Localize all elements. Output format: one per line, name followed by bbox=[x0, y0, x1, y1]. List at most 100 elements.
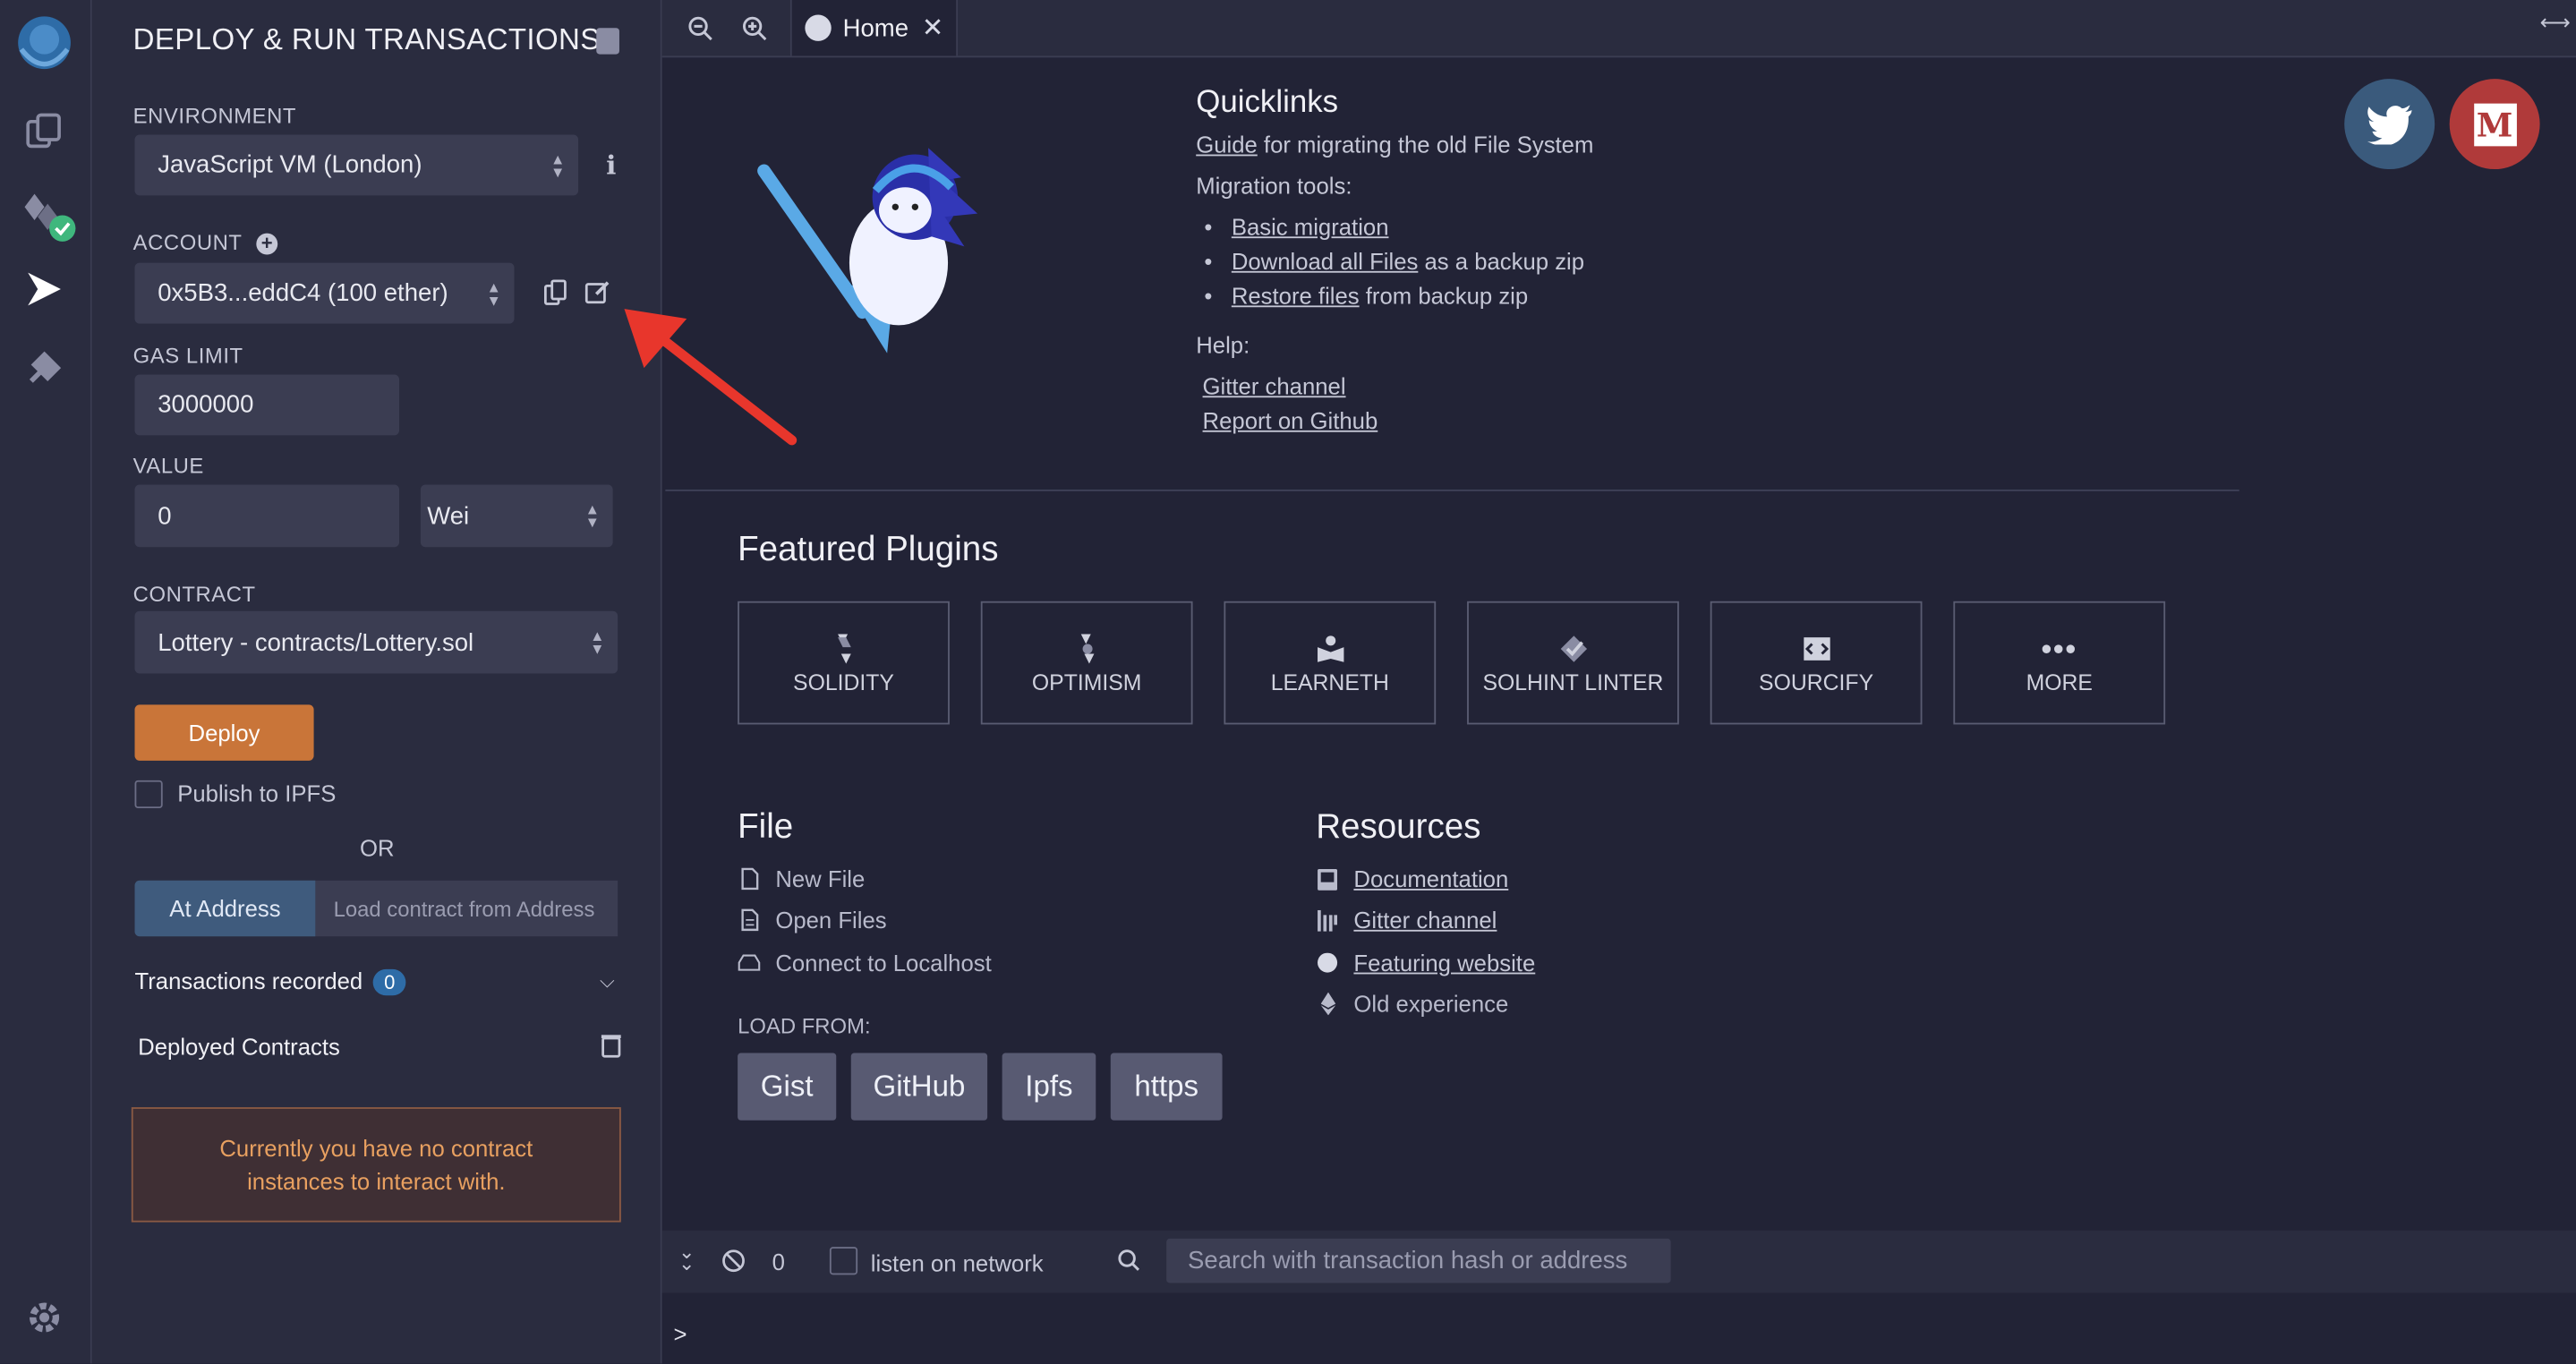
environment-info-icon[interactable]: i bbox=[606, 149, 616, 181]
load-address-input[interactable]: Load contract from Address bbox=[315, 880, 618, 937]
load-gist-button[interactable]: Gist bbox=[738, 1053, 837, 1121]
collapse-terminal-icon[interactable]: ⌄ ⌄ bbox=[678, 1242, 695, 1274]
tab-home[interactable]: Home ✕ bbox=[789, 0, 959, 56]
plugin-label: LEARNETH bbox=[1270, 669, 1389, 695]
medium-icon: M bbox=[2473, 102, 2517, 146]
terminal-search-icon bbox=[1117, 1249, 1140, 1280]
file-icon bbox=[738, 867, 761, 891]
guide-link[interactable]: Guide bbox=[1196, 132, 1258, 158]
plugin-label: OPTIMISM bbox=[1031, 669, 1142, 695]
transactions-recorded[interactable]: Transactions recorded 0 bbox=[134, 968, 407, 996]
basic-migration-link[interactable]: Basic migration bbox=[1232, 214, 1389, 240]
plugin-optimism[interactable]: OPTIMISM bbox=[980, 601, 1193, 725]
documentation-link: Documentation bbox=[1353, 865, 1509, 892]
panel-title: DEPLOY & RUN TRANSACTIONS bbox=[132, 22, 601, 56]
plugin-label: SOURCIFY bbox=[1759, 669, 1874, 695]
terminal-search-input[interactable]: Search with transaction hash or address bbox=[1166, 1238, 1671, 1283]
value-input[interactable]: 0 bbox=[134, 484, 400, 548]
listen-network-checkbox[interactable] bbox=[829, 1247, 858, 1275]
gitter-channel-link[interactable]: Gitter channel bbox=[1203, 373, 1346, 399]
red-annotation-arrow bbox=[624, 309, 798, 446]
remix-logo-icon[interactable] bbox=[6, 6, 81, 81]
plugin-label: MORE bbox=[2026, 669, 2093, 695]
migration-tools-label: Migration tools: bbox=[1196, 172, 1352, 200]
plugin-solhint-linter[interactable]: SOLHINT LINTER bbox=[1467, 601, 1679, 725]
solidity-compiler-icon[interactable] bbox=[21, 187, 76, 242]
featuring-website-item[interactable]: Featuring website bbox=[1316, 950, 1535, 976]
zoom-in-icon[interactable] bbox=[741, 15, 767, 50]
select-arrows-icon: ▲ ▼ bbox=[590, 627, 605, 658]
resources-title: Resources bbox=[1316, 808, 1481, 847]
deploy-run-icon[interactable] bbox=[21, 266, 67, 311]
old-experience-item[interactable]: Old experience bbox=[1316, 991, 1508, 1017]
gas-limit-label: GAS LIMIT bbox=[132, 343, 243, 369]
docs-book-icon[interactable] bbox=[596, 28, 619, 55]
file-explorer-icon[interactable] bbox=[21, 108, 67, 154]
load-ipfs-button[interactable]: Ipfs bbox=[1002, 1053, 1096, 1121]
account-select[interactable]: 0x5B3...eddC4 (100 ether) ▲ ▼ bbox=[134, 262, 515, 324]
quicklinks-title: Quicklinks bbox=[1196, 85, 1339, 120]
listen-network-label: listen on network bbox=[870, 1249, 1044, 1277]
select-arrows-icon: ▲ ▼ bbox=[486, 278, 501, 309]
deploy-button[interactable]: Deploy bbox=[134, 704, 314, 761]
contract-select[interactable]: Lottery - contracts/Lottery.sol ▲ ▼ bbox=[134, 610, 618, 674]
trash-icon[interactable] bbox=[601, 1034, 621, 1067]
twitter-button[interactable] bbox=[2344, 79, 2435, 170]
at-address-button[interactable]: At Address bbox=[134, 880, 316, 937]
download-all-link[interactable]: Download all Files bbox=[1232, 248, 1419, 274]
account-label: ACCOUNT + bbox=[133, 230, 278, 255]
divider bbox=[665, 489, 2239, 491]
load-https-button[interactable]: https bbox=[1110, 1053, 1223, 1121]
connect-localhost-item[interactable]: Connect to Localhost bbox=[738, 950, 992, 976]
featured-plugins-title: Featured Plugins bbox=[738, 530, 999, 569]
gitter-res-link: Gitter channel bbox=[1353, 907, 1497, 933]
gitter-res-item[interactable]: Gitter channel bbox=[1316, 907, 1497, 933]
restore-files-item: • Restore files from backup zip bbox=[1204, 282, 1529, 310]
publish-ipfs-checkbox[interactable] bbox=[134, 780, 163, 809]
new-file-item[interactable]: New File bbox=[738, 865, 866, 892]
deploy-run-panel: DEPLOY & RUN TRANSACTIONS ENVIRONMENT Ja… bbox=[91, 0, 662, 1364]
environment-select[interactable]: JavaScript VM (London) ▲ ▼ bbox=[134, 134, 579, 196]
basic-migration-item: • Basic migration bbox=[1204, 213, 1389, 240]
settings-icon[interactable] bbox=[21, 1294, 67, 1340]
terminal-output[interactable]: > bbox=[661, 1292, 2576, 1364]
plugin-more[interactable]: ••• MORE bbox=[1953, 601, 2166, 725]
plugin-manager-icon[interactable] bbox=[21, 345, 67, 390]
connect-localhost-label: Connect to Localhost bbox=[775, 949, 992, 976]
value-unit-select[interactable]: Wei ▲ ▼ bbox=[420, 484, 613, 548]
value-label: VALUE bbox=[132, 453, 204, 479]
file-text-icon bbox=[738, 908, 761, 932]
select-arrows-icon: ▲ ▼ bbox=[584, 500, 600, 531]
terminal-prompt: > bbox=[673, 1320, 687, 1348]
open-files-item[interactable]: Open Files bbox=[738, 907, 887, 933]
copy-icon[interactable] bbox=[543, 279, 567, 314]
gas-limit-input[interactable]: 3000000 bbox=[134, 374, 400, 436]
or-label: OR bbox=[359, 834, 395, 861]
new-file-label: New File bbox=[775, 865, 866, 892]
close-tab-icon[interactable]: ✕ bbox=[922, 12, 944, 45]
plugin-learneth[interactable]: LEARNETH bbox=[1224, 601, 1437, 725]
add-account-icon[interactable]: + bbox=[256, 233, 278, 255]
contract-label: CONTRACT bbox=[132, 581, 256, 607]
plugin-solidity[interactable]: SOLIDITY bbox=[738, 601, 950, 725]
medium-button[interactable]: M bbox=[2449, 79, 2540, 170]
icon-rail bbox=[0, 0, 92, 1364]
environment-value: JavaScript VM (London) bbox=[158, 150, 422, 180]
transactions-label: Transactions recorded bbox=[134, 968, 363, 994]
pending-tx-count: 0 bbox=[772, 1248, 785, 1275]
plugin-label: SOLIDITY bbox=[793, 669, 894, 695]
documentation-item[interactable]: Documentation bbox=[1316, 865, 1509, 892]
clear-terminal-icon[interactable] bbox=[721, 1249, 746, 1282]
old-experience-label: Old experience bbox=[1353, 990, 1509, 1018]
plugin-sourcify[interactable]: SOURCIFY bbox=[1710, 601, 1923, 725]
environment-label: ENVIRONMENT bbox=[132, 103, 297, 129]
load-github-button[interactable]: GitHub bbox=[850, 1053, 988, 1121]
guide-text: for migrating the old File System bbox=[1257, 131, 1594, 158]
restore-files-link[interactable]: Restore files bbox=[1232, 283, 1360, 309]
twitter-icon bbox=[2366, 104, 2411, 144]
chevron-down-icon[interactable]: ⌵ bbox=[600, 969, 615, 994]
zoom-out-icon[interactable] bbox=[687, 15, 712, 50]
learneth-icon bbox=[1317, 635, 1343, 662]
report-github-link[interactable]: Report on Github bbox=[1203, 407, 1378, 433]
expand-panel-icon[interactable]: ⟷ bbox=[2540, 10, 2571, 36]
